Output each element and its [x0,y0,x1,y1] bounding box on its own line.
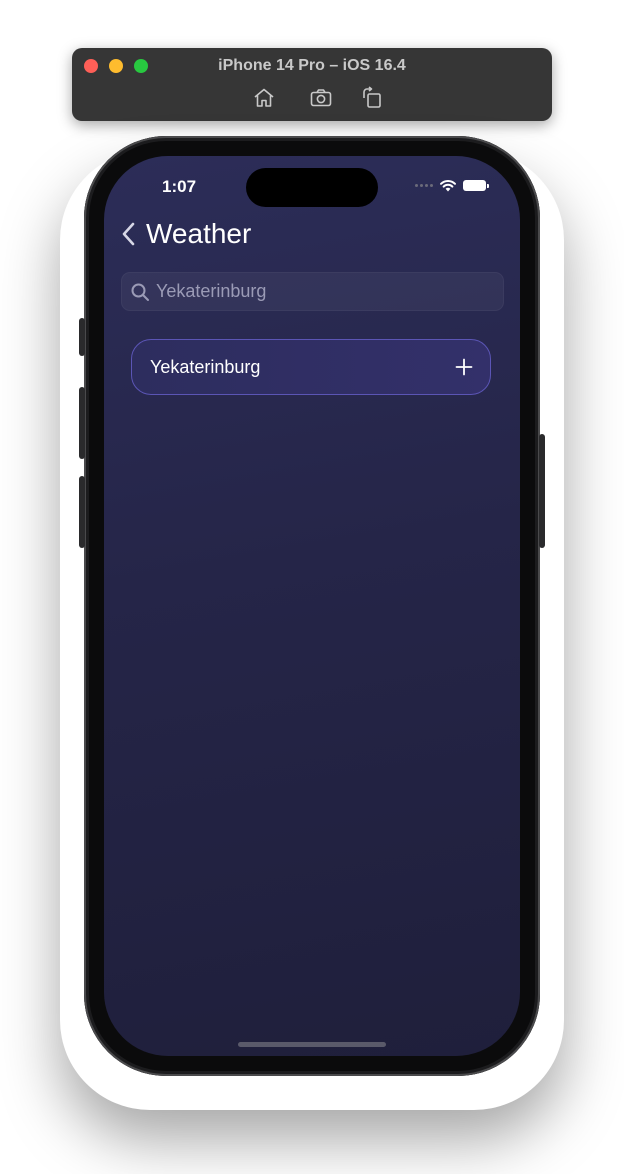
mute-switch [79,318,85,356]
simulator-title: iPhone 14 Pro – iOS 16.4 [218,57,406,74]
wifi-icon [440,179,456,192]
simulator-toolbar: iPhone 14 Pro – iOS 16.4 [72,48,552,121]
navigation-bar: Weather [120,218,251,250]
volume-down-button [79,476,85,548]
rotate-icon[interactable] [360,86,384,110]
screenshot-icon[interactable] [309,86,333,110]
home-icon[interactable] [252,86,276,110]
battery-icon [463,180,489,191]
status-indicators [415,179,489,192]
stage: iPhone 14 Pro – iOS 16.4 1:07 Weather Ye… [0,0,624,1174]
search-bar[interactable] [121,272,504,311]
page-title: Weather [146,218,252,249]
status-time: 1:07 [162,177,197,196]
volume-up-button [79,387,85,459]
plus-icon[interactable] [455,358,473,376]
home-indicator[interactable] [238,1042,386,1047]
cellular-signal-icon [415,184,433,187]
back-chevron-icon[interactable] [120,220,138,248]
result-city-label: Yekaterinburg [150,357,261,377]
dynamic-island [246,168,378,207]
search-icon [130,282,150,302]
search-result-item[interactable]: Yekaterinburg [131,339,491,395]
power-button [539,434,545,548]
search-input[interactable] [154,280,488,303]
phone-screen: 1:07 Weather Yekaterinburg Yekaterinburg [104,156,520,1056]
